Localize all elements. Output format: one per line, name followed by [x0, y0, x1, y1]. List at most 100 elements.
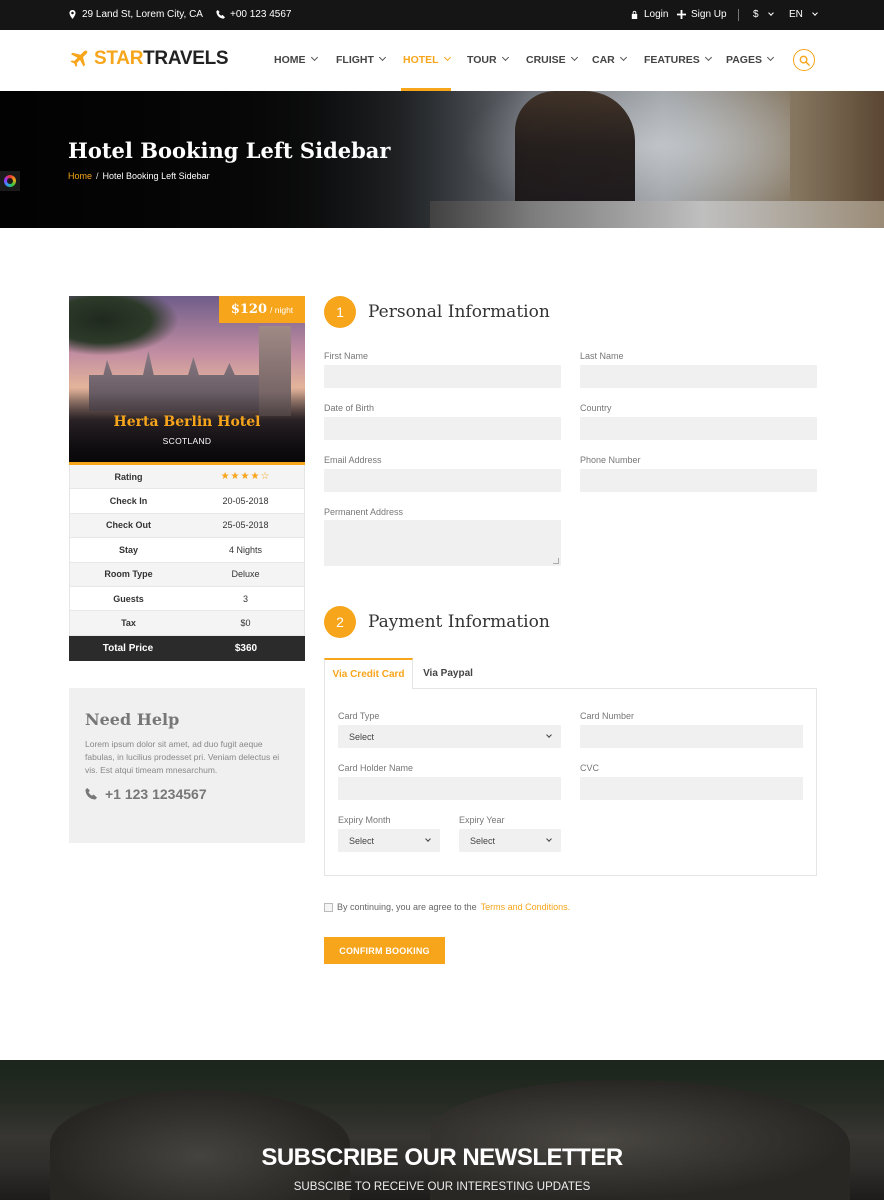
payment-info-heading: 2 Payment Information: [324, 606, 550, 638]
nav-tour[interactable]: TOUR: [467, 30, 511, 91]
tab-credit-card[interactable]: Via Credit Card: [324, 658, 413, 689]
total-label: Total Price: [102, 643, 154, 654]
help-title: Need Help: [85, 710, 180, 729]
search-button[interactable]: [793, 49, 815, 71]
nav-cruise[interactable]: CRUISE: [526, 30, 578, 91]
row-value: 20-05-2018: [222, 496, 269, 507]
nav-hotel[interactable]: HOTEL: [401, 30, 451, 91]
signup-link[interactable]: Sign Up: [677, 9, 727, 20]
language-dropdown[interactable]: EN: [789, 9, 818, 20]
login-label: Login: [644, 9, 669, 20]
help-widget: Need Help Lorem ipsum dolor sit amet, ad…: [69, 688, 305, 843]
step-number: 1: [324, 296, 356, 328]
total-value: $360: [234, 643, 258, 654]
main-header: STAR TRAVELS HOME FLIGHT HOTEL TOUR CRUIS…: [0, 30, 884, 91]
chevron-down-icon: [619, 53, 627, 62]
country-field[interactable]: [580, 417, 817, 440]
address-info: 29 Land St, Lorem City, CA: [68, 9, 203, 20]
price-badge: $120 / night: [219, 296, 305, 323]
row-label: Check Out: [105, 520, 151, 531]
card-type-select[interactable]: Select: [338, 725, 561, 748]
address-text: 29 Land St, Lorem City, CA: [82, 9, 203, 20]
row-value: Deluxe: [231, 569, 260, 580]
cvc-field[interactable]: [580, 777, 803, 800]
nav-flight[interactable]: FLIGHT: [336, 30, 386, 91]
search-icon: [799, 55, 810, 66]
nav-home-label: HOME: [274, 54, 306, 66]
phone-info: +00 123 4567: [216, 9, 291, 20]
table-row: Check Out 25-05-2018: [70, 513, 304, 539]
chevron-down-icon: [704, 53, 712, 62]
table-row: Guests 3: [70, 587, 304, 612]
plus-icon: [677, 10, 686, 19]
color-switcher-button[interactable]: [0, 171, 20, 191]
nav-flight-label: FLIGHT: [336, 54, 374, 66]
logo-text-travels: TRAVELS: [143, 48, 229, 69]
currency-dropdown[interactable]: $: [753, 9, 774, 20]
map-pin-icon: [69, 10, 76, 19]
chevron-down-icon: [425, 836, 431, 842]
dob-field[interactable]: [324, 417, 561, 440]
phone-icon: [85, 788, 97, 800]
site-logo[interactable]: STAR TRAVELS: [68, 48, 229, 70]
confirm-booking-button[interactable]: CONFIRM BOOKING: [324, 937, 445, 964]
expiry-month-label: Expiry Month: [338, 815, 391, 825]
help-phone-number: +1 123 1234567: [105, 786, 207, 802]
card-type-label: Card Type: [338, 711, 380, 721]
star-icons: ★★★★☆: [220, 471, 271, 483]
card-number-label: Card Number: [580, 711, 635, 721]
nav-pages[interactable]: PAGES: [726, 30, 775, 91]
chevron-down-icon: [546, 836, 552, 842]
first-name-field[interactable]: [324, 365, 561, 388]
table-row: Rating ★★★★☆: [70, 465, 304, 490]
last-name-field[interactable]: [580, 365, 817, 388]
nav-car-label: CAR: [592, 54, 615, 66]
nav-features[interactable]: FEATURES: [644, 30, 712, 91]
expiry-month-value: Select: [349, 835, 375, 846]
newsletter-title: SUBSCRIBE OUR NEWSLETTER: [261, 1144, 623, 1171]
newsletter-subtitle: SUBSCIBE TO RECEIVE OUR INTERESTING UPDA…: [293, 1181, 591, 1193]
chevron-down-icon: [310, 53, 318, 62]
login-link[interactable]: Login: [630, 9, 668, 20]
breadcrumb-separator: /: [96, 171, 99, 181]
logo-text-star: STAR: [94, 48, 144, 69]
card-number-field[interactable]: [580, 725, 803, 748]
color-wheel-icon: [4, 175, 16, 187]
language-label: EN: [789, 9, 803, 20]
total-price-row: Total Price $360: [69, 636, 305, 661]
hotel-name: Herta Berlin Hotel: [113, 414, 261, 430]
phone-number-label: Phone Number: [580, 455, 641, 465]
email-field[interactable]: [324, 469, 561, 492]
chevron-down-icon: [766, 53, 775, 62]
expiry-month-select[interactable]: Select: [338, 829, 440, 852]
card-holder-label: Card Holder Name: [338, 763, 414, 773]
breadcrumb-home-link[interactable]: Home: [68, 171, 92, 181]
breadcrumb: Home / Hotel Booking Left Sidebar: [68, 171, 210, 181]
dob-label: Date of Birth: [324, 403, 375, 413]
nav-pages-label: PAGES: [726, 54, 762, 66]
nav-home[interactable]: HOME: [274, 30, 320, 91]
chevron-down-icon: [378, 53, 386, 62]
section-title: Payment Information: [368, 612, 550, 632]
nav-car[interactable]: CAR: [592, 30, 628, 91]
country-label: Country: [580, 403, 612, 413]
card-holder-field[interactable]: [338, 777, 561, 800]
row-label: Guests: [113, 593, 144, 604]
terms-checkbox[interactable]: [324, 902, 333, 912]
price-amount: $120: [230, 302, 268, 317]
price-unit: / night: [270, 304, 294, 315]
address-textarea[interactable]: [324, 520, 561, 566]
phone-number-field[interactable]: [580, 469, 817, 492]
tab-paypal[interactable]: Via Paypal: [413, 658, 483, 689]
nav-features-label: FEATURES: [644, 54, 700, 66]
table-row: Tax $0: [70, 611, 304, 636]
row-value: 25-05-2018: [222, 520, 269, 531]
hotel-location: SCOTLAND: [162, 436, 212, 446]
help-phone[interactable]: +1 123 1234567: [85, 786, 289, 802]
section-title: Personal Information: [368, 302, 550, 322]
expiry-year-select[interactable]: Select: [459, 829, 561, 852]
page-title: Hotel Booking Left Sidebar: [68, 138, 391, 163]
terms-link[interactable]: Terms and Conditions.: [481, 902, 571, 912]
currency-label: $: [753, 9, 759, 20]
breadcrumb-current: Hotel Booking Left Sidebar: [102, 171, 210, 181]
